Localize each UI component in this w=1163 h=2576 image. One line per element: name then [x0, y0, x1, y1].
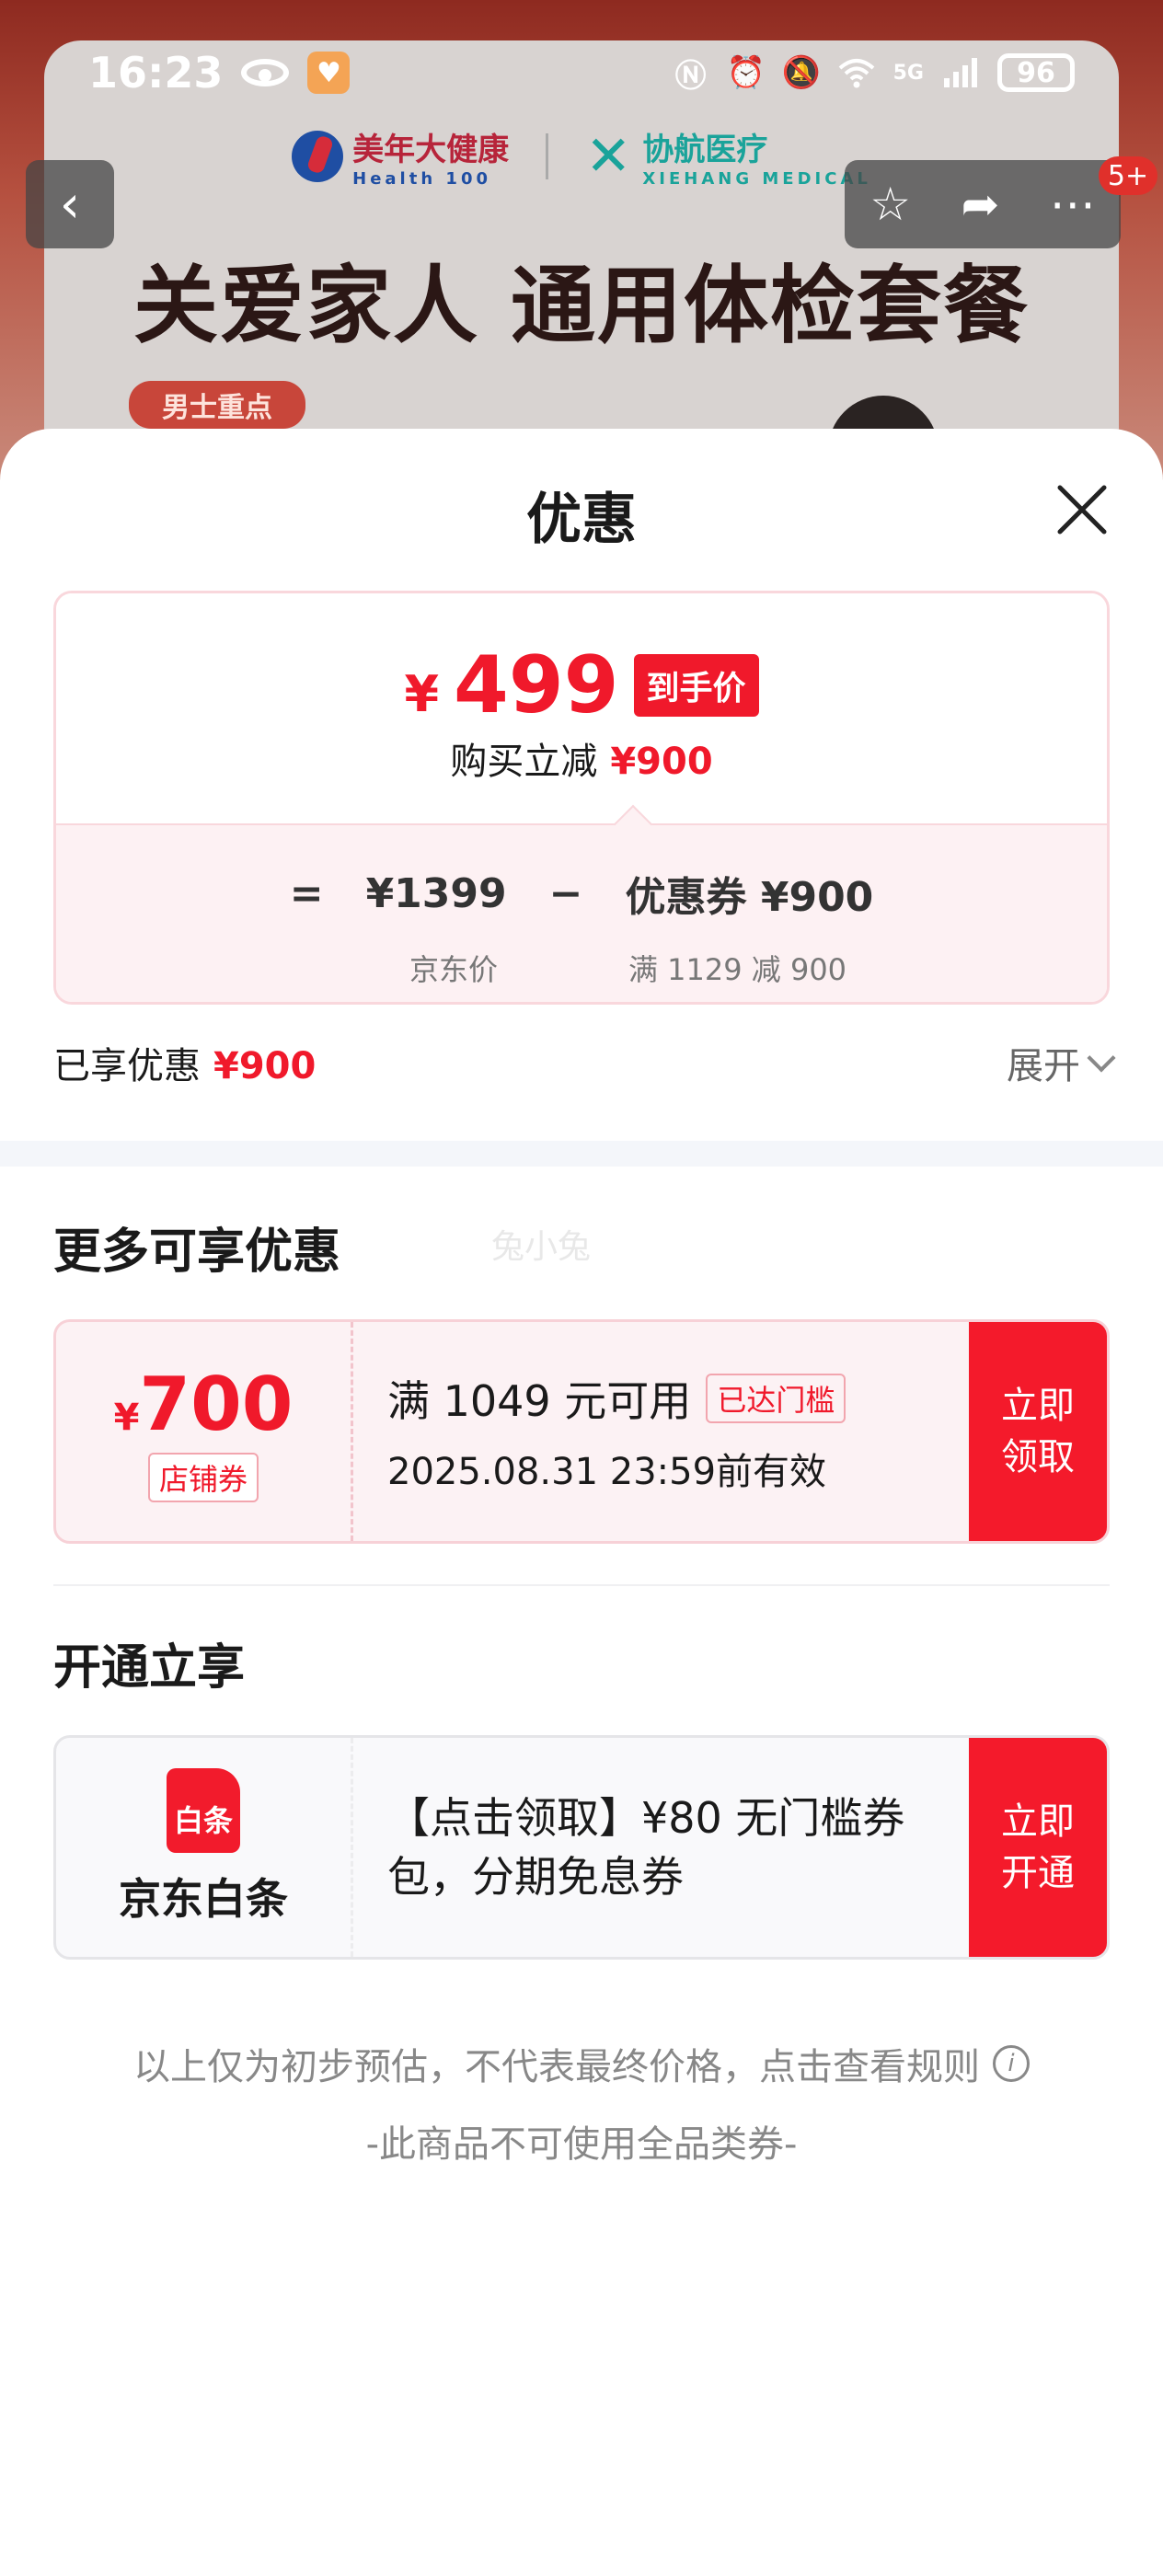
- coupon-perforation: [351, 1322, 353, 1541]
- coupon-validity: 2025.08.31 23:59前有效: [387, 1451, 827, 1493]
- signal-label: 5G: [892, 61, 924, 85]
- info-icon: i: [993, 2045, 1030, 2082]
- jd-price-label: 京东价: [409, 952, 499, 987]
- expand-button[interactable]: 展开: [1007, 1036, 1116, 1089]
- close-icon[interactable]: [1053, 480, 1111, 539]
- chevron-left-icon: ‹: [59, 174, 81, 235]
- health100-logo-mark: [292, 131, 344, 182]
- nav-actions: ☆ ➦ ⋯: [845, 160, 1121, 248]
- final-price-amount: 499: [454, 639, 619, 731]
- xiehang-logo-mark: ✕: [585, 124, 632, 189]
- enjoyed-discount: 已享优惠 ¥900: [53, 1045, 317, 1087]
- final-price: ¥ 499 到手价: [56, 639, 1107, 731]
- open-to-enjoy-title: 开通立享: [53, 1640, 246, 1696]
- instant-reduction: 购买立减 ¥900: [450, 741, 713, 783]
- price-calculation: = ¥1399 − 优惠券 ¥900 京东价 满 1129 减 900: [56, 823, 1107, 1002]
- banner-tag: 男士重点: [129, 381, 305, 429]
- reduction-amount: ¥900: [610, 741, 713, 783]
- coupon-restriction-note: -此商品不可使用全品类券-: [365, 2123, 798, 2166]
- sheet-title: 优惠: [526, 488, 637, 552]
- jd-price: ¥1399: [365, 869, 507, 917]
- signal-icon: [942, 54, 979, 91]
- status-time: 16:23: [88, 48, 224, 98]
- star-icon[interactable]: ☆: [869, 178, 911, 231]
- logo-divider: [546, 133, 549, 179]
- chevron-down-icon: [1087, 1043, 1116, 1073]
- wifi-icon: [838, 54, 875, 91]
- nfc-icon: Ⓝ: [674, 57, 707, 95]
- status-bar: 16:23 ♥ Ⓝ ⏰ 🔕 5G 96: [88, 42, 1075, 103]
- threshold-reached-badge: 已达门槛: [706, 1374, 846, 1423]
- store-coupon-card: ¥ 700 店铺券 满 1049 元可用 已达门槛 2025.08.31 23:…: [53, 1319, 1110, 1544]
- baitiao-name: 京东白条: [119, 1874, 288, 1924]
- watermark: 兔小兔: [491, 1228, 592, 1266]
- baitiao-desc-line2: 包，分期免息券: [387, 1852, 684, 1902]
- baitiao-desc-line1: 【点击领取】¥80 无门槛券: [387, 1793, 905, 1843]
- back-button[interactable]: ‹: [26, 160, 114, 248]
- more-discounts-title: 更多可享优惠: [53, 1225, 341, 1280]
- store-coupon-amount: ¥ 700: [113, 1361, 294, 1447]
- mute-icon: 🔕: [781, 54, 821, 91]
- price-breakdown-card: ¥ 499 到手价 购买立减 ¥900 = ¥1399 − 优惠券 ¥900 京东…: [53, 591, 1110, 1005]
- xiehang-logo: ✕ 协航医疗 XIEHANG MEDICAL: [585, 124, 871, 189]
- minus-sign: −: [548, 869, 583, 917]
- banner-title: 关爱家人 通用体检套餐: [132, 257, 1031, 355]
- enjoyed-amount: ¥900: [213, 1045, 317, 1087]
- baitiao-icon: 白条: [167, 1768, 240, 1853]
- card-separator: [351, 1738, 353, 1957]
- currency-symbol: ¥: [404, 664, 440, 723]
- rules-link[interactable]: 以上仅为初步预估，不代表最终价格，点击查看规则 i: [0, 2037, 1163, 2090]
- battery-icon: 96: [997, 53, 1075, 92]
- alarm-icon: ⏰: [726, 54, 766, 91]
- message-badge: 5+: [1099, 156, 1157, 195]
- section-divider: [0, 1141, 1163, 1167]
- final-price-tag: 到手价: [633, 654, 759, 717]
- store-coupon-type: 店铺券: [147, 1452, 259, 1502]
- more-icon[interactable]: ⋯: [1050, 178, 1096, 231]
- coupon-value: 优惠券 ¥900: [625, 874, 874, 921]
- coupon-rule: 满 1129 减 900: [628, 952, 847, 987]
- share-icon[interactable]: ➦: [961, 178, 999, 231]
- eye-icon: [241, 59, 290, 86]
- divider: [53, 1584, 1110, 1586]
- app-notification-icon: ♥: [307, 52, 351, 94]
- equals-sign: =: [289, 869, 324, 917]
- health100-logo: 美年大健康 Health 100: [292, 124, 509, 189]
- discount-sheet: 优惠 ¥ 499 到手价 购买立减 ¥900 = ¥1399 − 优惠券 ¥900…: [0, 429, 1163, 2576]
- coupon-condition: 满 1049 元可用: [387, 1376, 692, 1426]
- baitiao-card: 白条 京东白条 【点击领取】¥80 无门槛券 包，分期免息券 立即 开通: [53, 1735, 1110, 1960]
- claim-coupon-button[interactable]: 立即 领取: [969, 1322, 1107, 1541]
- open-baitiao-button[interactable]: 立即 开通: [969, 1738, 1107, 1957]
